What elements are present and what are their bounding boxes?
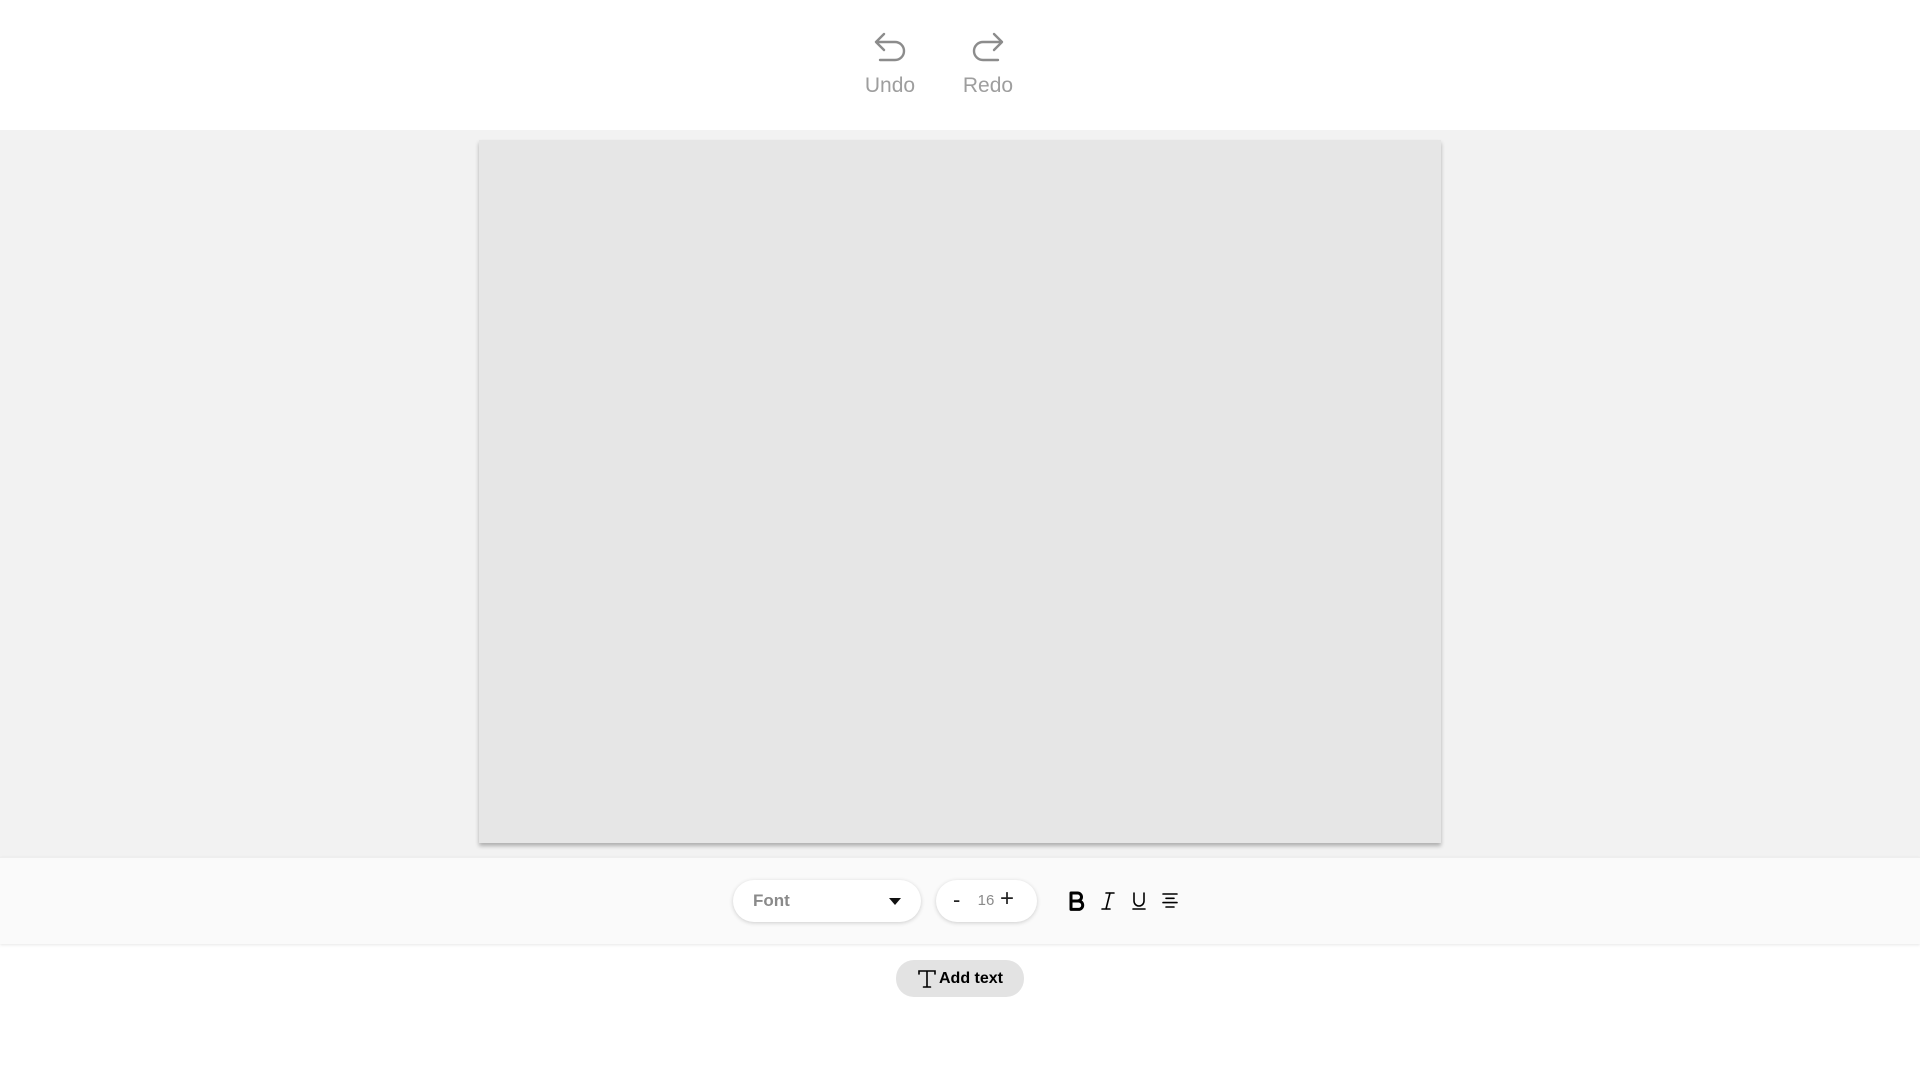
redo-label: Redo <box>962 74 1014 97</box>
italic-icon <box>1101 892 1115 910</box>
text-t-icon <box>918 969 936 988</box>
bold-button[interactable] <box>1061 884 1091 918</box>
add-text-label: Add text <box>939 969 1003 987</box>
font-size-value[interactable]: 16 <box>973 892 999 909</box>
undo-button[interactable]: Undo <box>845 26 935 106</box>
font-size-stepper: - 16 + <box>936 880 1037 922</box>
undo-arrow-icon <box>874 32 906 62</box>
redo-arrow-icon <box>972 32 1004 62</box>
add-text-button[interactable]: Add text <box>896 960 1024 997</box>
undo-label: Undo <box>864 74 916 97</box>
top-toolbar: Undo Redo <box>0 0 1920 130</box>
italic-button[interactable] <box>1093 884 1123 918</box>
underline-button[interactable] <box>1124 884 1154 918</box>
redo-button[interactable]: Redo <box>943 26 1033 106</box>
bold-icon <box>1069 891 1085 911</box>
align-center-icon <box>1162 893 1178 908</box>
font-select[interactable]: Font <box>733 880 921 922</box>
caret-down-icon <box>889 898 901 905</box>
workspace <box>0 130 1920 857</box>
editor-canvas[interactable] <box>479 140 1441 843</box>
font-select-value: Font <box>753 891 790 910</box>
increase-size-button[interactable]: + <box>1000 885 1014 913</box>
decrease-size-button[interactable]: - <box>953 887 960 913</box>
align-button[interactable] <box>1155 884 1185 918</box>
format-toolbar: Font - 16 + <box>0 857 1920 944</box>
underline-icon <box>1132 892 1146 910</box>
